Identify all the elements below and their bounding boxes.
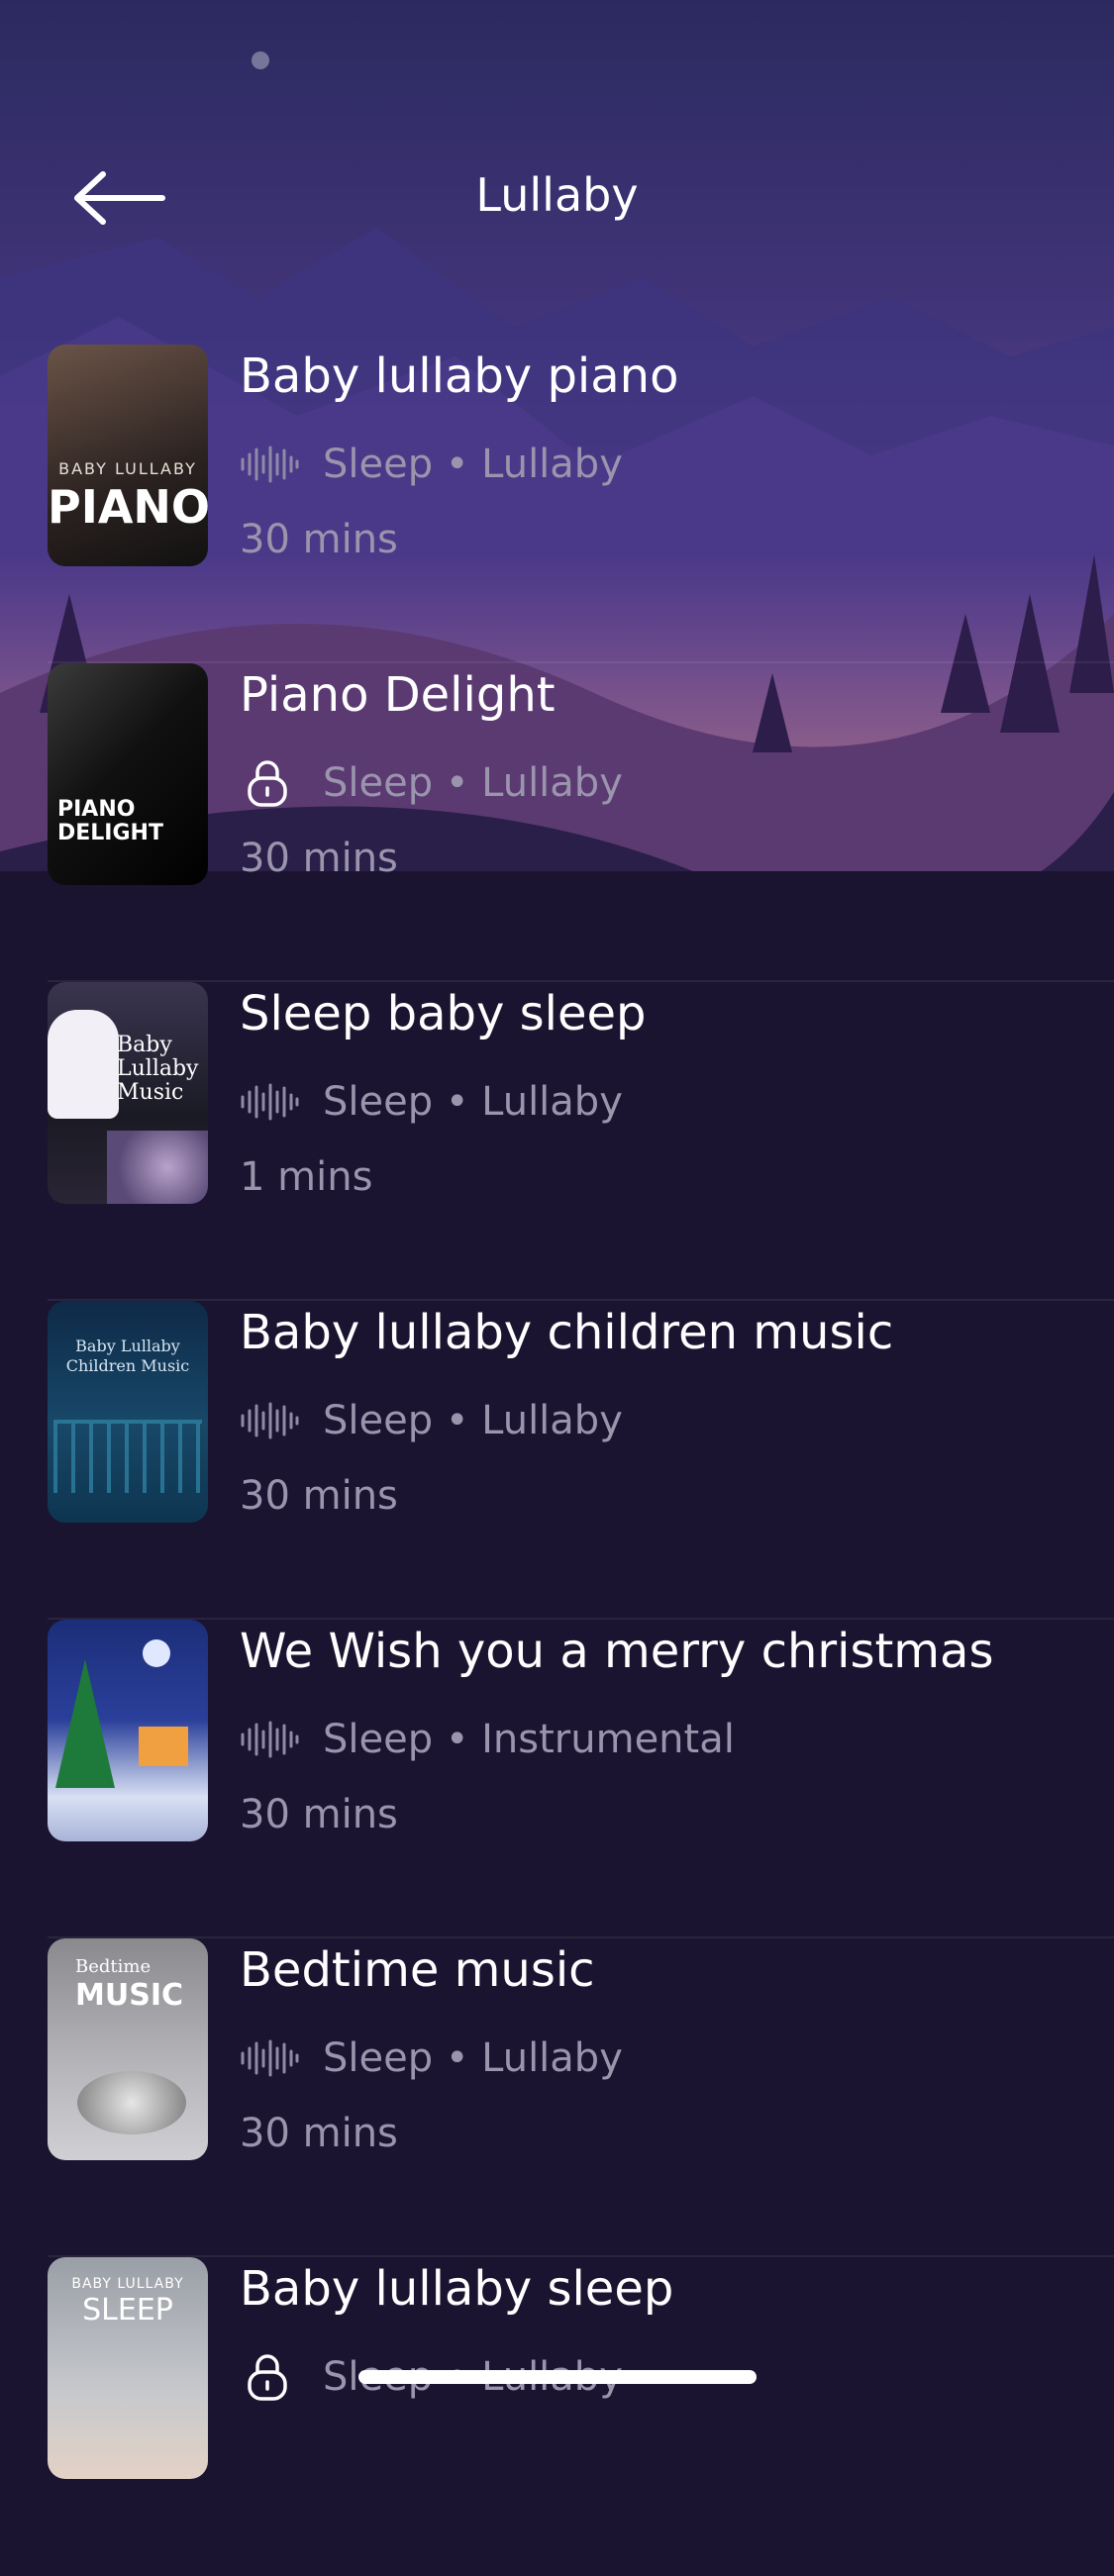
waveform-icon bbox=[240, 2033, 299, 2083]
track-title: Piano Delight bbox=[240, 667, 556, 723]
track-title: Sleep baby sleep bbox=[240, 986, 647, 1041]
cover-caption: PIANO bbox=[57, 797, 136, 822]
lock-icon bbox=[240, 758, 299, 808]
track-tags: Sleep • Lullaby bbox=[323, 1398, 623, 1443]
track-title: Baby lullaby children music bbox=[240, 1305, 894, 1360]
track-duration: 1 mins bbox=[240, 1154, 373, 1200]
track-cover: Baby Lullaby Children Music bbox=[48, 1301, 208, 1523]
track-cover: Bedtime MUSIC bbox=[48, 1938, 208, 2160]
christmas-tree-image bbox=[55, 1659, 115, 1788]
cover-caption: Baby Lullaby bbox=[75, 1337, 180, 1355]
track-cover: PIANO DELIGHT bbox=[48, 663, 208, 885]
cover-caption: Lullaby bbox=[117, 1056, 199, 1081]
track-cover bbox=[48, 1620, 208, 1841]
track-title: Bedtime music bbox=[240, 1942, 595, 1998]
moon-image bbox=[143, 1639, 170, 1667]
track-tags: Sleep • Instrumental bbox=[323, 1717, 735, 1762]
track-cover: BABY LULLABY SLEEP bbox=[48, 2257, 208, 2479]
cover-caption: Bedtime bbox=[75, 1956, 152, 1977]
cover-caption: Baby bbox=[117, 1033, 172, 1057]
waveform-icon bbox=[240, 440, 299, 489]
track-duration: 30 mins bbox=[240, 836, 398, 881]
waveform-icon bbox=[240, 1396, 299, 1445]
cover-caption: BABY LULLABY bbox=[58, 459, 197, 478]
track-cover: BABY LULLABY PIANO bbox=[48, 345, 208, 566]
lock-icon bbox=[240, 2352, 299, 2402]
track-row[interactable]: BABY LULLABY SLEEP Baby lullaby sleep Sl… bbox=[0, 2257, 1114, 2576]
cover-title: PIANO bbox=[48, 480, 208, 534]
track-duration: 30 mins bbox=[240, 517, 398, 562]
cover-title: DELIGHT bbox=[57, 821, 163, 845]
sleeping-baby-image bbox=[107, 1131, 208, 1204]
track-title: Baby lullaby piano bbox=[240, 348, 679, 404]
sleeping-dog-image bbox=[77, 2071, 186, 2134]
track-row[interactable]: Baby Lullaby Children Music Baby lullaby… bbox=[0, 1301, 1114, 1620]
waveform-icon bbox=[240, 1077, 299, 1127]
camera-indicator-dot bbox=[252, 51, 269, 69]
track-row[interactable]: BABY LULLABY PIANO Baby lullaby piano Sl… bbox=[0, 345, 1114, 663]
cover-caption: BABY LULLABY bbox=[71, 2276, 184, 2292]
cover-title: SLEEP bbox=[82, 2293, 173, 2328]
track-duration: 30 mins bbox=[240, 2111, 398, 2156]
track-tags: Sleep • Lullaby bbox=[323, 760, 623, 806]
cover-title: MUSIC bbox=[75, 1978, 183, 2013]
cabin-image bbox=[139, 1727, 188, 1766]
track-row[interactable]: We Wish you a merry christmas Sleep • In… bbox=[0, 1620, 1114, 1938]
track-cover: Baby Lullaby Music bbox=[48, 982, 208, 1204]
track-title: We Wish you a merry christmas bbox=[240, 1624, 994, 1679]
track-row[interactable]: PIANO DELIGHT Piano Delight Sleep • Lull… bbox=[0, 663, 1114, 982]
track-row[interactable]: Baby Lullaby Music Sleep baby sleep Slee… bbox=[0, 982, 1114, 1301]
track-tags: Sleep • Lullaby bbox=[323, 2035, 623, 2081]
track-duration: 30 mins bbox=[240, 1792, 398, 1837]
track-tags: Sleep • Lullaby bbox=[323, 1079, 623, 1125]
top-bar: Lullaby bbox=[0, 149, 1114, 248]
track-row[interactable]: Bedtime MUSIC Bedtime music Sleep • Lull… bbox=[0, 1938, 1114, 2257]
track-duration: 30 mins bbox=[240, 1473, 398, 1519]
page-title: Lullaby bbox=[475, 168, 639, 222]
crib-image bbox=[53, 1420, 202, 1493]
track-tags: Sleep • Lullaby bbox=[323, 442, 623, 487]
cover-caption: Music bbox=[117, 1080, 184, 1105]
track-list: BABY LULLABY PIANO Baby lullaby piano Sl… bbox=[0, 345, 1114, 2576]
cover-caption: Children Music bbox=[65, 1356, 190, 1375]
track-title: Baby lullaby sleep bbox=[240, 2261, 674, 2317]
cat-lamp-image bbox=[48, 1010, 119, 1119]
home-indicator[interactable] bbox=[358, 2370, 757, 2384]
waveform-icon bbox=[240, 1715, 299, 1764]
